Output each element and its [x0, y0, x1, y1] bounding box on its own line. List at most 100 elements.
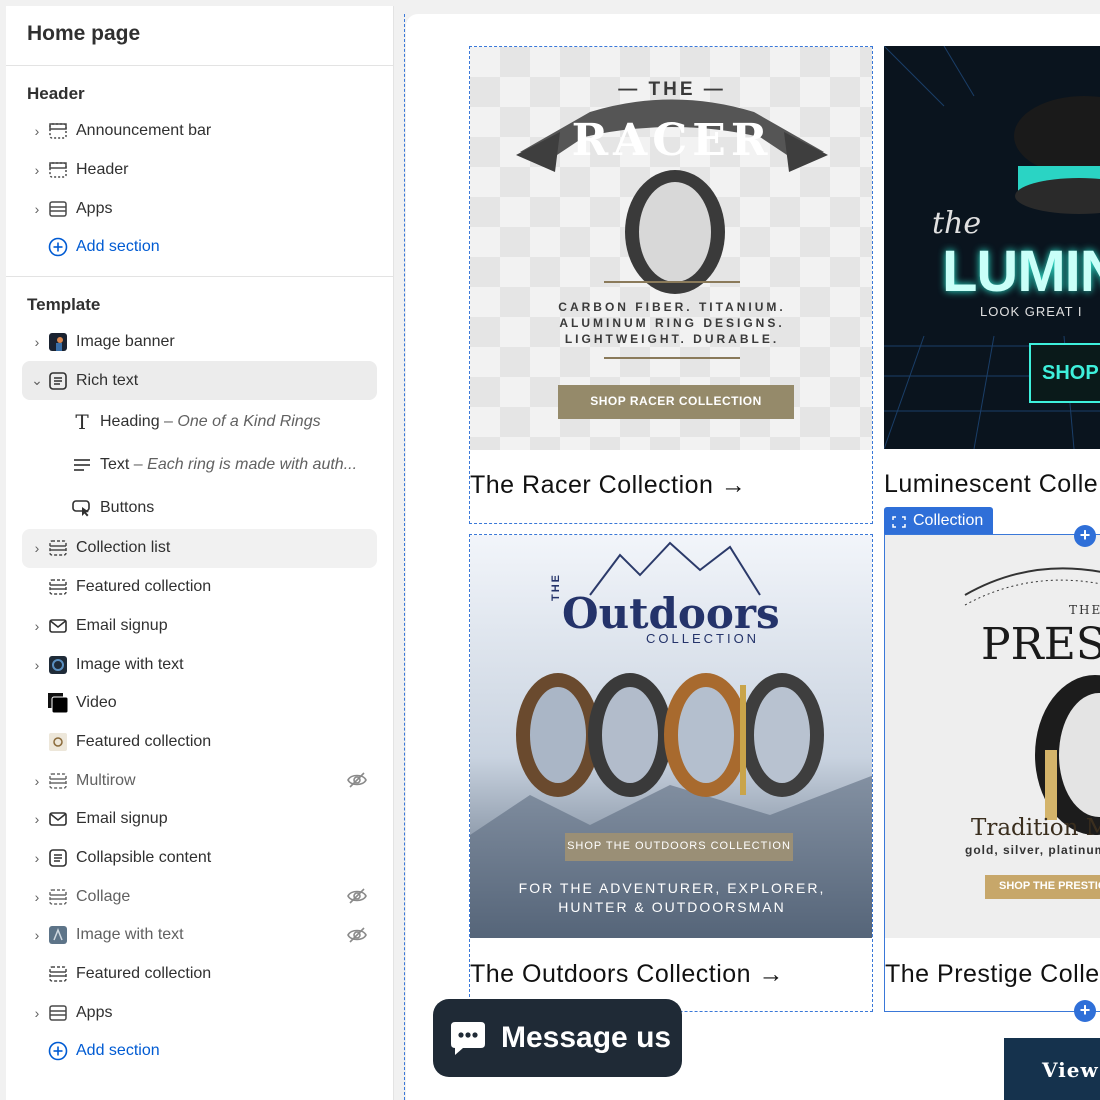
section-featured-collection-2[interactable]: Featured collection [22, 723, 377, 762]
chevron-right-icon[interactable]: › [22, 123, 48, 139]
layout-section-icon [48, 964, 68, 984]
section-label: Featured collection [76, 965, 212, 983]
block-buttons[interactable]: Buttons [72, 486, 393, 529]
chevron-right-icon[interactable]: › [22, 657, 48, 673]
collection-card-racer[interactable]: — THE — RACER CARBON FIBER. TITANIUM. AL… [469, 46, 873, 524]
collection-card-luminescent[interactable]: the LUMINE LOOK GREAT I SHOP N Luminesce… [884, 46, 1100, 524]
image-thumbnail-icon [48, 655, 68, 675]
chevron-right-icon[interactable]: › [22, 334, 48, 350]
section-collection-list[interactable]: › Collection list [22, 529, 377, 568]
banner-tagline-2: gold, silver, platinum [965, 843, 1100, 857]
select-frame-icon [892, 515, 906, 528]
block-label: Text [100, 455, 130, 473]
section-label: Image with text [76, 926, 184, 944]
hidden-eye-icon[interactable] [347, 771, 367, 789]
image-thumbnail-icon [48, 925, 68, 945]
section-label: Featured collection [76, 578, 212, 596]
add-section-label: Add section [76, 238, 160, 256]
add-block-top-icon[interactable]: + [1074, 525, 1096, 547]
hidden-eye-icon[interactable] [347, 887, 367, 905]
block-detail: One of a Kind Rings [177, 412, 321, 430]
selected-block-tag[interactable]: Collection [884, 507, 994, 534]
section-image-with-text[interactable]: › Image with text [22, 645, 377, 684]
layout-section-icon [48, 771, 68, 791]
chevron-right-icon[interactable]: › [22, 927, 48, 943]
section-label: Video [76, 694, 117, 712]
add-section-template[interactable]: Add section [22, 1032, 377, 1071]
section-rich-text[interactable]: ⌄ Rich text [22, 361, 377, 401]
chat-bubble-icon [449, 1020, 487, 1056]
section-announcement-bar[interactable]: › Announcement bar [22, 112, 377, 151]
banner-tagline-1: FOR THE ADVENTURER, EXPLORER, [518, 880, 826, 896]
block-label: Buttons [100, 498, 155, 516]
banner-tagline-2: ALUMINUM RING DESIGNS. [559, 316, 785, 330]
banner-shop-button[interactable]: SHOP N [1042, 362, 1100, 385]
section-apps[interactable]: › Apps [22, 189, 377, 228]
banner-name: LUMINE [942, 239, 1100, 304]
chevron-right-icon[interactable]: › [22, 618, 48, 634]
banner-tagline-3: LIGHTWEIGHT. DURABLE. [564, 332, 780, 346]
add-block-bottom-icon[interactable]: + [1074, 1000, 1096, 1022]
banner-shop-button[interactable]: SHOP RACER COLLECTION [558, 394, 794, 408]
section-collapsible-content[interactable]: › Collapsible content [22, 839, 377, 878]
chevron-right-icon[interactable]: › [22, 773, 48, 789]
view-all-button[interactable]: View [1004, 1038, 1100, 1100]
block-detail: Each ring is made with auth... [147, 455, 358, 473]
page-title: Home page [6, 6, 393, 66]
banner-the: THE [550, 573, 562, 601]
collection-title[interactable]: Luminescent Colle [884, 470, 1098, 499]
section-image-banner[interactable]: › Image banner [22, 323, 377, 362]
banner-tagline: LOOK GREAT I [980, 304, 1083, 319]
block-text[interactable]: Text – Each ring is made with auth... [72, 443, 393, 486]
sections-sidebar: Home page Header › Announcement bar › He… [6, 6, 394, 1100]
section-email-signup-2[interactable]: › Email signup [22, 800, 377, 839]
chevron-right-icon[interactable]: › [22, 540, 48, 556]
paragraph-icon [72, 455, 92, 475]
template-group-title: Template [27, 294, 101, 314]
hidden-eye-icon[interactable] [347, 926, 367, 944]
banner-shop-button[interactable]: SHOP THE PRESTIG [999, 880, 1100, 892]
section-header[interactable]: › Header [22, 151, 377, 190]
add-section-header[interactable]: Add section [22, 228, 377, 267]
section-apps-2[interactable]: › Apps [22, 993, 377, 1032]
collection-card-prestige[interactable]: THE PREST Tradition Me gold, silver, pla… [884, 534, 1100, 1012]
chevron-right-icon[interactable]: › [22, 850, 48, 866]
section-email-signup[interactable]: › Email signup [22, 607, 377, 646]
header-group-title: Header [27, 84, 85, 103]
envelope-icon [48, 809, 68, 829]
section-label: Email signup [76, 810, 168, 828]
chevron-right-icon[interactable]: › [22, 889, 48, 905]
collection-image [885, 535, 1100, 938]
chevron-right-icon[interactable]: › [22, 162, 48, 178]
section-label: Featured collection [76, 732, 212, 750]
collection-title[interactable]: The Prestige Colle [885, 960, 1100, 989]
section-label: Collapsible content [76, 848, 212, 866]
apps-section-icon [48, 1003, 68, 1023]
collection-title[interactable]: The Outdoors Collection → [470, 960, 784, 989]
editor-root: { "sidebar": { "title": "Home page", "he… [0, 0, 1100, 1100]
add-section-label: Add section [76, 1042, 160, 1060]
rich-text-icon [48, 848, 68, 868]
banner-shop-button[interactable]: SHOP THE OUTDOORS COLLECTION [565, 840, 793, 852]
collection-card-outdoors[interactable]: THE Outdoors COLLECTION SHOP THE OUTDOOR… [469, 534, 873, 1012]
layout-section-icon [48, 577, 68, 597]
block-heading[interactable]: T Heading – One of a Kind Rings [72, 400, 393, 443]
collection-title[interactable]: The Racer Collection → [470, 471, 746, 500]
layout-section-icon [48, 538, 68, 558]
section-featured-collection-3[interactable]: Featured collection [22, 955, 377, 994]
section-image-with-text-2[interactable]: › Image with text [22, 916, 377, 955]
selected-block-label: Collection [913, 511, 984, 529]
section-multirow[interactable]: › Multirow [22, 761, 377, 800]
section-label: Email signup [76, 616, 168, 634]
section-label: Rich text [76, 371, 139, 389]
message-us-button[interactable]: Message us [433, 999, 682, 1077]
chevron-right-icon[interactable]: › [22, 1005, 48, 1021]
chevron-right-icon[interactable]: › [22, 201, 48, 217]
section-collage[interactable]: › Collage [22, 877, 377, 916]
section-label: Image banner [76, 333, 175, 351]
section-featured-collection[interactable]: Featured collection [22, 568, 377, 607]
section-label: Multirow [76, 771, 136, 789]
chevron-right-icon[interactable]: › [22, 811, 48, 827]
chevron-down-icon[interactable]: ⌄ [22, 372, 48, 389]
section-video[interactable]: Video [22, 684, 377, 723]
